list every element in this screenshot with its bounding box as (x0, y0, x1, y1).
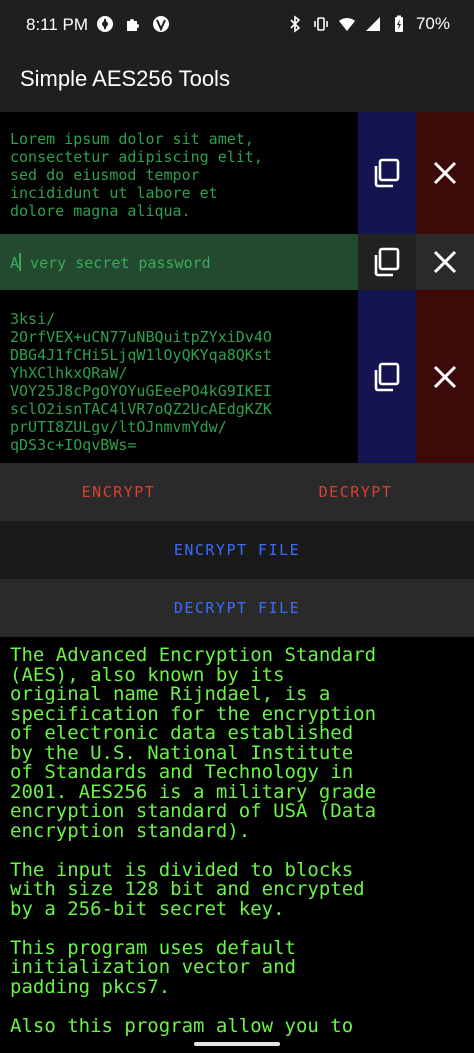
close-icon (433, 161, 457, 185)
info-paragraph: This program uses default initialization… (10, 936, 296, 998)
decrypt-button[interactable]: DECRYPT (237, 463, 474, 521)
info-text: The Advanced Encryption Standard (AES), … (10, 646, 466, 1041)
app-title: Simple AES256 Tools (20, 66, 230, 91)
status-right: 70% (286, 14, 450, 34)
ciphertext-line: prUTI8ZULgv/ltOJnmvmYdw/ (10, 418, 227, 436)
ciphertext-line: DBG4J1fCHi5LjqW1lOyQKYqa8QKst (10, 346, 272, 364)
plaintext-line: dolore magna aliqua. (10, 202, 191, 220)
copy-icon (374, 362, 400, 391)
app-notification-icon (97, 16, 113, 32)
ciphertext-line: sclO2isnTAC4lVR7oQZ2UcAEdgKZK (10, 400, 272, 418)
navigation-handle[interactable] (194, 1042, 280, 1046)
copy-icon (374, 158, 400, 188)
status-bar: 8:11 PM 70% (0, 0, 474, 52)
password-row: A very secret password (0, 234, 474, 290)
plaintext-line: sed do eiusmod tempor (10, 166, 200, 184)
vpn-icon (153, 16, 169, 32)
close-icon (433, 365, 457, 388)
ciphertext-line: VOY25J8cPgOYOYuGEeePO4kG9IKEI (10, 382, 272, 400)
ciphertext-input[interactable]: 3ksi/ 2OrfVEX+uCN77uNBQuitpZYxiDv4O DBG4… (0, 310, 358, 460)
info-paragraph: Also this program allow you to (10, 1014, 354, 1037)
plaintext-input[interactable]: Lorem ipsum dolor sit amet, consectetur … (0, 130, 358, 230)
notification-icons (96, 15, 170, 33)
close-icon (433, 250, 457, 274)
ciphertext-line: 3ksi/ (10, 310, 56, 328)
plaintext-row: Lorem ipsum dolor sit amet, consectetur … (0, 112, 474, 234)
plaintext-line: consectetur adipiscing elit, (10, 148, 263, 166)
encrypt-file-row: ENCRYPT FILE (0, 521, 474, 579)
text-cursor (19, 253, 22, 271)
info-paragraph: The Advanced Encryption Standard (AES), … (10, 646, 377, 842)
plaintext-line: incididunt ut labore et (10, 184, 218, 202)
password-input[interactable]: A very secret password (0, 253, 358, 273)
wifi-icon (338, 17, 355, 31)
encrypt-decrypt-row: ENCRYPT DECRYPT (0, 463, 474, 521)
clear-plaintext-button[interactable] (416, 112, 474, 234)
copy-ciphertext-button[interactable] (358, 290, 416, 463)
copy-password-button[interactable] (358, 234, 416, 290)
info-paragraph: The input is divided to blocks with size… (10, 858, 365, 920)
ciphertext-row: 3ksi/ 2OrfVEX+uCN77uNBQuitpZYxiDv4O DBG4… (0, 290, 474, 463)
ciphertext-line: 2OrfVEX+uCN77uNBQuitpZYxiDv4O (10, 328, 272, 346)
decrypt-file-row: DECRYPT FILE (0, 579, 474, 637)
encrypt-button[interactable]: ENCRYPT (0, 463, 237, 521)
copy-plaintext-button[interactable] (358, 112, 416, 234)
ciphertext-line: qDS3c+IOqvBWs= (10, 436, 137, 454)
vibrate-icon (314, 17, 328, 31)
clear-ciphertext-button[interactable] (416, 290, 474, 463)
ciphertext-line: YhXClhkxQRaW/ (10, 364, 128, 382)
battery-percent: 70% (415, 14, 450, 33)
status-time: 8:11 PM (26, 15, 89, 34)
encrypt-file-button[interactable]: ENCRYPT FILE (0, 521, 474, 579)
app-bar: Simple AES256 Tools (0, 52, 474, 112)
password-value: A very secret password (10, 253, 211, 272)
clear-password-button[interactable] (416, 234, 474, 290)
battery-charging-icon (394, 15, 403, 32)
signal-icon (365, 17, 380, 31)
puzzle-icon (127, 19, 139, 31)
copy-icon (374, 247, 400, 277)
decrypt-file-button[interactable]: DECRYPT FILE (0, 579, 474, 637)
plaintext-line: Lorem ipsum dolor sit amet, (10, 130, 254, 148)
bluetooth-icon (290, 15, 301, 33)
